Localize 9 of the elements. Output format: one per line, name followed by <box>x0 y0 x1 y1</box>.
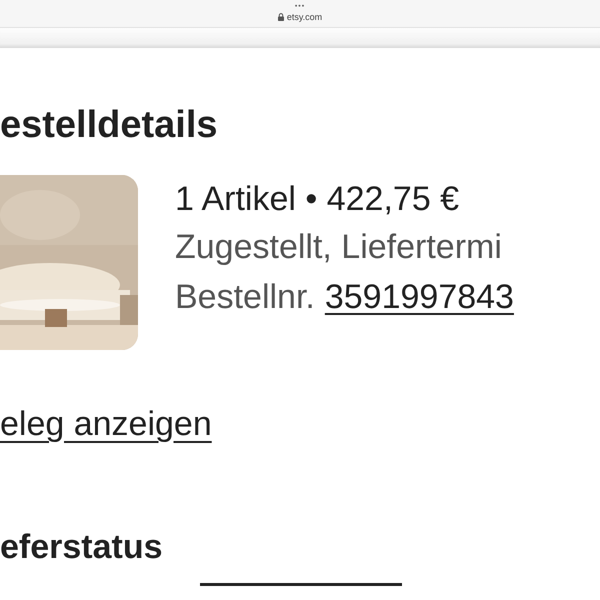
order-summary: 1 Artikel • 422,75 € <box>175 179 460 220</box>
page-title: estelldetails <box>0 103 219 147</box>
section-title: eferstatus <box>0 527 164 568</box>
lock-icon <box>278 13 284 21</box>
order-number-label: Bestellnr. <box>175 277 315 318</box>
order-number-link[interactable]: 3591997843 <box>324 273 514 321</box>
delivery-status: Zugestellt, Liefertermi <box>175 227 503 268</box>
address-bar[interactable]: etsy.com <box>286 11 322 23</box>
receipt-link[interactable]: eleg anzeigen <box>0 402 212 446</box>
